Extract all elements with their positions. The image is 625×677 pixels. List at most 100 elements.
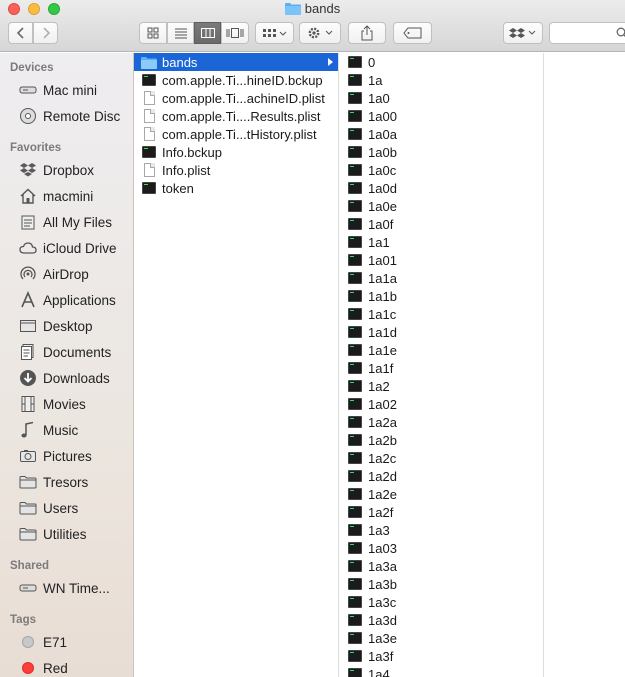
- desktop-icon: [18, 316, 38, 336]
- chevron-left-icon: [16, 27, 24, 39]
- sidebar-item-downloads[interactable]: Downloads: [0, 365, 133, 391]
- dropbox-toolbar-button[interactable]: [503, 22, 543, 44]
- file-row[interactable]: com.apple.Ti...tHistory.plist: [134, 125, 338, 143]
- sidebar-item-music[interactable]: Music: [0, 417, 133, 443]
- cover-flow-button[interactable]: [221, 22, 249, 44]
- executable-icon: [347, 649, 363, 663]
- edit-tags-button[interactable]: [393, 22, 432, 44]
- file-row[interactable]: 1a01: [340, 251, 543, 269]
- file-row[interactable]: 1a0: [340, 89, 543, 107]
- file-row[interactable]: Info.bckup: [134, 143, 338, 161]
- action-button[interactable]: [299, 22, 341, 44]
- sidebar-item-desktop[interactable]: Desktop: [0, 313, 133, 339]
- sidebar-item-label: Pictures: [43, 448, 92, 464]
- file-row[interactable]: 1a3: [340, 521, 543, 539]
- sidebar-item-tag-red[interactable]: Red: [0, 655, 133, 677]
- file-row[interactable]: 1a0c: [340, 161, 543, 179]
- tag-gray-icon: [18, 632, 38, 652]
- file-row[interactable]: 0: [340, 53, 543, 71]
- file-row[interactable]: 1a3c: [340, 593, 543, 611]
- sidebar-item-icloud-drive[interactable]: iCloud Drive: [0, 235, 133, 261]
- file-row[interactable]: 1a1b: [340, 287, 543, 305]
- file-row[interactable]: 1a3d: [340, 611, 543, 629]
- file-row[interactable]: 1a0a: [340, 125, 543, 143]
- sidebar-item-users[interactable]: Users: [0, 495, 133, 521]
- file-row[interactable]: 1a3f: [340, 647, 543, 665]
- file-row[interactable]: 1a: [340, 71, 543, 89]
- column-view-button[interactable]: [194, 22, 221, 44]
- file-row[interactable]: 1a3a: [340, 557, 543, 575]
- file-row[interactable]: Info.plist: [134, 161, 338, 179]
- file-row[interactable]: 1a2e: [340, 485, 543, 503]
- sidebar-item-mac-mini[interactable]: Mac mini: [0, 77, 133, 103]
- file-row[interactable]: 1a2d: [340, 467, 543, 485]
- browser-column-3[interactable]: [545, 53, 625, 677]
- sidebar-item-documents[interactable]: Documents: [0, 339, 133, 365]
- file-row[interactable]: 1a0f: [340, 215, 543, 233]
- sidebar-item-all-my-files[interactable]: All My Files: [0, 209, 133, 235]
- browser-column-1[interactable]: bands com.apple.Ti...hineID.bckup com.appl…: [134, 53, 339, 677]
- file-row[interactable]: 1a2: [340, 377, 543, 395]
- forward-button[interactable]: [33, 22, 58, 44]
- file-row[interactable]: 1a03: [340, 539, 543, 557]
- sidebar: Devices Mac mini Remote Disc Favorites D…: [0, 53, 134, 677]
- sidebar-item-wn-time[interactable]: WN Time...: [0, 575, 133, 601]
- document-icon: [141, 163, 157, 177]
- file-row[interactable]: 1a2f: [340, 503, 543, 521]
- file-name: 1a0c: [368, 162, 397, 178]
- file-row[interactable]: 1a2a: [340, 413, 543, 431]
- file-row[interactable]: 1a1: [340, 233, 543, 251]
- sidebar-item-airdrop[interactable]: AirDrop: [0, 261, 133, 287]
- file-row[interactable]: 1a1a: [340, 269, 543, 287]
- file-row[interactable]: com.apple.Ti...achineID.plist: [134, 89, 338, 107]
- file-row[interactable]: 1a0d: [340, 179, 543, 197]
- file-row[interactable]: 1a4: [340, 665, 543, 677]
- file-row[interactable]: 1a0b: [340, 143, 543, 161]
- file-name: 1a02: [368, 396, 397, 412]
- file-name: 1a0a: [368, 126, 397, 142]
- sidebar-item-applications[interactable]: Applications: [0, 287, 133, 313]
- file-name: 1a2b: [368, 432, 397, 448]
- sidebar-item-dropbox[interactable]: Dropbox: [0, 157, 133, 183]
- sidebar-item-tresors[interactable]: Tresors: [0, 469, 133, 495]
- file-row[interactable]: 1a1d: [340, 323, 543, 341]
- folder-icon: [18, 524, 38, 544]
- arrange-button[interactable]: [255, 22, 294, 44]
- sidebar-item-macmini[interactable]: macmini: [0, 183, 133, 209]
- executable-icon: [347, 559, 363, 573]
- search-field[interactable]: [549, 22, 625, 44]
- icon-view-button[interactable]: [139, 22, 167, 44]
- file-row[interactable]: 1a3b: [340, 575, 543, 593]
- back-button[interactable]: [8, 22, 33, 44]
- browser-column-2[interactable]: 0 1a 1a0 1a00 1a0a 1a0b 1a0c 1a0d 1a0e 1a0f 1a1 1a0…: [340, 53, 544, 677]
- file-name: 1a1f: [368, 360, 394, 376]
- sidebar-item-label: Music: [43, 422, 79, 438]
- sidebar-item-tag-e71[interactable]: E71: [0, 629, 133, 655]
- file-row[interactable]: com.apple.Ti....Results.plist: [134, 107, 338, 125]
- sidebar-section-favorites: Favorites: [10, 142, 62, 154]
- executable-icon: [347, 307, 363, 321]
- file-row[interactable]: bands: [134, 53, 338, 71]
- file-row[interactable]: 1a1c: [340, 305, 543, 323]
- document-icon: [141, 127, 157, 141]
- sidebar-item-utilities[interactable]: Utilities: [0, 521, 133, 547]
- file-row[interactable]: 1a2b: [340, 431, 543, 449]
- file-row[interactable]: 1a3e: [340, 629, 543, 647]
- sidebar-item-remote-disc[interactable]: Remote Disc: [0, 103, 133, 129]
- file-row[interactable]: 1a2c: [340, 449, 543, 467]
- file-row[interactable]: 1a0e: [340, 197, 543, 215]
- downloads-icon: [18, 368, 38, 388]
- list-view-button[interactable]: [167, 22, 194, 44]
- file-row[interactable]: com.apple.Ti...hineID.bckup: [134, 71, 338, 89]
- share-button[interactable]: [348, 22, 386, 44]
- file-row[interactable]: 1a1f: [340, 359, 543, 377]
- file-name: Info.plist: [162, 162, 211, 178]
- file-name: 1a: [368, 72, 383, 88]
- file-row[interactable]: 1a00: [340, 107, 543, 125]
- file-row[interactable]: 1a02: [340, 395, 543, 413]
- file-row[interactable]: 1a1e: [340, 341, 543, 359]
- sidebar-item-pictures[interactable]: Pictures: [0, 443, 133, 469]
- file-name: 1a1e: [368, 342, 397, 358]
- file-row[interactable]: token: [134, 179, 338, 197]
- sidebar-item-movies[interactable]: Movies: [0, 391, 133, 417]
